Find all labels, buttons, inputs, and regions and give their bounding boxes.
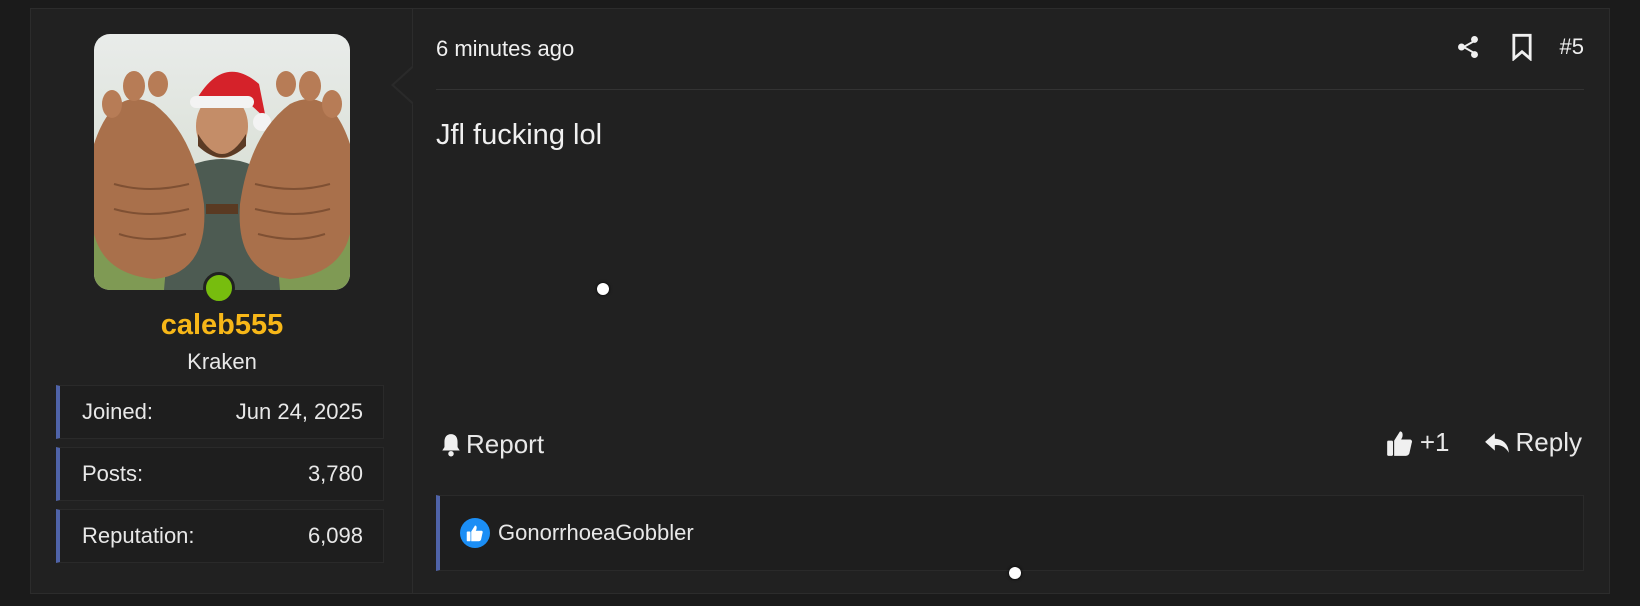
post-container: caleb555 Kraken Joined: Jun 24, 2025 Pos…: [30, 8, 1610, 594]
reply-button[interactable]: Reply: [1484, 427, 1582, 458]
thumbs-up-icon: [1387, 430, 1412, 456]
like-button[interactable]: +1: [1386, 427, 1450, 458]
cursor-indicator: [597, 283, 609, 295]
share-icon[interactable]: [1452, 31, 1484, 63]
bookmark-icon[interactable]: [1506, 31, 1538, 63]
post-footer-actions: +1 Reply: [1386, 427, 1582, 458]
username-link[interactable]: caleb555: [31, 309, 413, 342]
stat-joined: Joined: Jun 24, 2025: [56, 385, 384, 439]
bell-icon: [442, 433, 460, 456]
reply-icon: [1484, 432, 1509, 453]
avatar[interactable]: [94, 34, 350, 290]
post-number-link[interactable]: #5: [1560, 34, 1584, 60]
like-reaction-icon: [460, 518, 490, 548]
stat-posts: Posts: 3,780: [56, 447, 384, 501]
post-message: Jfl fucking lol: [436, 119, 603, 151]
user-title: Kraken: [187, 349, 257, 374]
stat-reputation: Reputation: 6,098: [56, 509, 384, 563]
reaction-user-link[interactable]: GonorrhoeaGobbler: [498, 520, 694, 546]
like-label: +1: [1419, 427, 1450, 457]
stat-value: 3,780: [307, 461, 363, 486]
online-status-indicator: [203, 272, 235, 304]
report-button[interactable]: Report: [440, 429, 544, 460]
user-info-column: caleb555 Kraken Joined: Jun 24, 2025 Pos…: [31, 9, 413, 593]
post-header-actions: #5: [1452, 31, 1584, 63]
stat-label: Posts:: [82, 461, 144, 486]
stat-label: Reputation:: [82, 523, 195, 548]
message-arrow-inner: [394, 67, 414, 103]
report-label: Report: [466, 429, 545, 459]
post-timestamp[interactable]: 6 minutes ago: [436, 36, 574, 62]
post-content: 6 minutes ago #5 Jfl fucking lol Report …: [436, 9, 1584, 593]
cursor-indicator: [1009, 567, 1021, 579]
stat-value: Jun 24, 2025: [235, 399, 363, 424]
reactions-bar: GonorrhoeaGobbler: [436, 495, 1584, 571]
reply-label: Reply: [1515, 427, 1582, 457]
stat-label: Joined:: [82, 399, 153, 424]
avatar-wrapper: [94, 34, 350, 304]
header-divider: [436, 89, 1584, 90]
stat-value: 6,098: [307, 523, 363, 548]
